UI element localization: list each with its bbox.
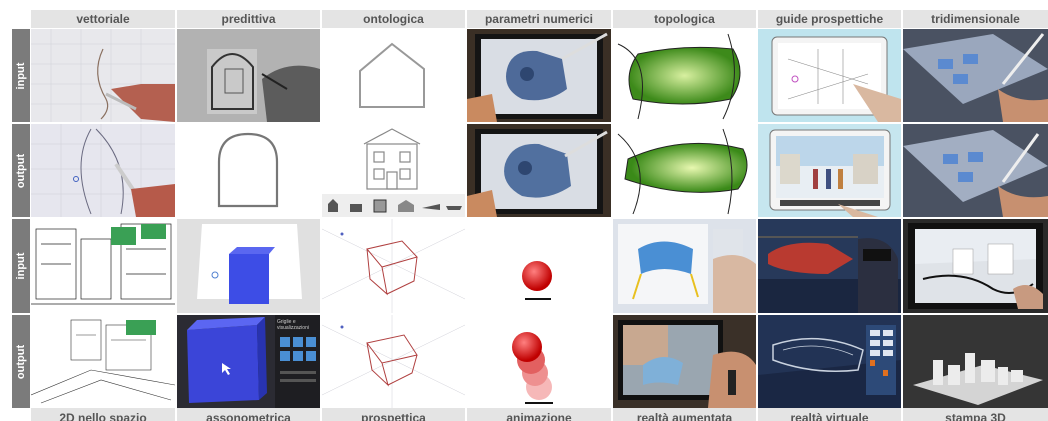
column-header-predittiva: predittiva [177,10,320,28]
drawing-ontologica-output [322,124,465,217]
photo-stampa-3d-output [903,315,1048,408]
drawing-ontologica-input [322,29,465,122]
row-label-text: input [15,62,27,89]
column-footer-animazione: animazione [467,408,611,421]
column-header-parametri-numerici: parametri numerici [467,10,611,28]
column-header-topologica: topologica [613,10,756,28]
photo-parametri-output [467,124,611,217]
row-label-3: input [12,219,30,313]
render-assonometrica-input [177,219,320,313]
photo-stampa-3d-input [903,219,1048,313]
photo-realta-aumentata-output [613,315,756,408]
drawing-animazione-output [467,315,611,408]
drawing-predittiva-output [177,124,320,217]
photo-vettoriale-input [31,29,175,122]
column-header-vettoriale: vettoriale [31,10,175,28]
photo-guide-input [758,29,901,122]
photo-parametri-input [467,29,611,122]
drawing-prospettica-output [322,315,465,408]
row-label-1: input [12,29,30,122]
photo-vettoriale-output [31,124,175,217]
comparison-grid: vettoriale predittiva ontologica paramet… [0,0,1048,421]
render-realta-virtuale-output [758,315,901,408]
photo-realta-virtuale-input [758,219,901,313]
column-footer-stampa-3d: stampa 3D [903,408,1048,421]
drawing-prospettica-input [322,219,465,313]
row-label-2: output [12,124,30,217]
render-assonometrica-output: Griglie e visualizzazioni [177,315,320,408]
drawing-topologica-input [613,29,756,122]
column-footer-prospettica: prospettica [322,408,465,421]
column-footer-realta-virtuale: realtà virtuale [758,408,901,421]
photo-predittiva-input [177,29,320,122]
row-label-4: output [12,315,30,408]
column-header-tridimensionale: tridimensionale [903,10,1048,28]
row-label-text: output [15,153,27,188]
row-label-text: output [15,344,27,379]
column-header-guide-prospettiche: guide prospettiche [758,10,901,28]
drawing-2d-spazio-output [31,315,175,408]
photo-tridimensionale-input [903,29,1048,122]
column-footer-assonometrica: assonometrica [177,408,320,421]
photo-realta-aumentata-input [613,219,756,313]
drawing-topologica-output [613,124,756,217]
row-label-text: input [15,252,27,280]
drawing-2d-spazio-input [31,219,175,313]
photo-guide-output [758,124,901,217]
photo-tridimensionale-output [903,124,1048,217]
ui-panel-title: Griglie e visualizzazioni [277,319,309,331]
column-footer-realta-aumentata: realtà aumentata [613,408,756,421]
column-footer-2d-spazio: 2D nello spazio [31,408,175,421]
column-header-ontologica: ontologica [322,10,465,28]
drawing-animazione-input [467,219,611,313]
